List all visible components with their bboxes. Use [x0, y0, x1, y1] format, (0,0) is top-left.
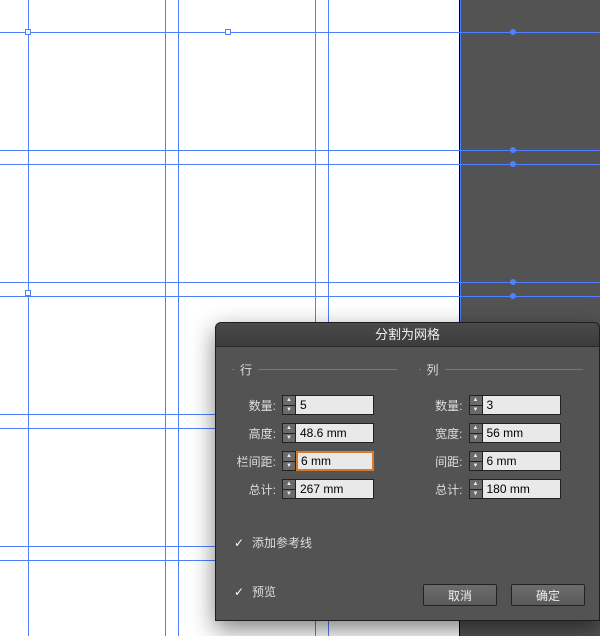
- rows-number-stepper[interactable]: ▲ ▼: [282, 395, 296, 415]
- dialog-title[interactable]: 分割为网格: [216, 323, 599, 347]
- stepper-up-icon[interactable]: ▲: [470, 424, 482, 434]
- check-icon: ✓: [234, 585, 246, 599]
- stepper-down-icon[interactable]: ▼: [283, 462, 295, 471]
- stepper-down-icon[interactable]: ▼: [470, 406, 482, 415]
- guide-endpoint[interactable]: [510, 147, 516, 153]
- rows-height-input[interactable]: 48.6 mm: [296, 423, 374, 443]
- stepper-down-icon[interactable]: ▼: [283, 490, 295, 499]
- cols-number-input[interactable]: 3: [483, 395, 561, 415]
- cols-gutter-label: 间距:: [421, 453, 469, 470]
- selection-handle[interactable]: [225, 29, 231, 35]
- rows-height-stepper[interactable]: ▲ ▼: [282, 423, 296, 443]
- cols-gutter-stepper[interactable]: ▲ ▼: [469, 451, 483, 471]
- stepper-down-icon[interactable]: ▼: [470, 434, 482, 443]
- stepper-up-icon[interactable]: ▲: [283, 452, 295, 462]
- rows-gutter-stepper[interactable]: ▲ ▼: [282, 451, 296, 471]
- cols-gutter-input[interactable]: 6 mm: [483, 451, 561, 471]
- stepper-up-icon[interactable]: ▲: [283, 424, 295, 434]
- stepper-down-icon[interactable]: ▼: [283, 434, 295, 443]
- stepper-down-icon[interactable]: ▼: [470, 490, 482, 499]
- cols-group: 列 数量: ▲ ▼ 3 宽度: ▲ ▼ 56 mm 间距:: [419, 361, 584, 512]
- cols-total-stepper[interactable]: ▲ ▼: [469, 479, 483, 499]
- preview-label: 预览: [252, 583, 276, 600]
- rows-number-input[interactable]: 5: [296, 395, 374, 415]
- guide-vertical[interactable]: [460, 0, 461, 322]
- cols-number-label: 数量:: [421, 397, 469, 414]
- guide-endpoint[interactable]: [510, 161, 516, 167]
- split-into-grid-dialog: 分割为网格 行 数量: ▲ ▼ 5 高度: ▲ ▼ 48.6 mm: [215, 322, 600, 621]
- guide-vertical[interactable]: [178, 0, 179, 636]
- check-icon: ✓: [234, 536, 246, 550]
- selection-handle[interactable]: [25, 290, 31, 296]
- cols-legend: 列: [421, 361, 445, 378]
- stepper-up-icon[interactable]: ▲: [470, 452, 482, 462]
- add-guides-label: 添加参考线: [252, 534, 312, 551]
- cols-width-label: 宽度:: [421, 425, 469, 442]
- cols-total-label: 总计:: [421, 481, 469, 498]
- guide-horizontal[interactable]: [0, 546, 215, 547]
- preview-checkbox[interactable]: ✓ 预览: [234, 583, 276, 600]
- rows-gutter-label: 栏间距:: [234, 453, 282, 470]
- rows-legend: 行: [234, 361, 258, 378]
- guide-vertical[interactable]: [28, 0, 29, 636]
- rows-total-input[interactable]: 267 mm: [296, 479, 374, 499]
- rows-group: 行 数量: ▲ ▼ 5 高度: ▲ ▼ 48.6 mm 栏间距:: [232, 361, 397, 512]
- cols-number-stepper[interactable]: ▲ ▼: [469, 395, 483, 415]
- rows-height-label: 高度:: [234, 425, 282, 442]
- guide-endpoint[interactable]: [510, 29, 516, 35]
- stepper-down-icon[interactable]: ▼: [283, 406, 295, 415]
- rows-total-stepper[interactable]: ▲ ▼: [282, 479, 296, 499]
- guide-endpoint[interactable]: [510, 279, 516, 285]
- cancel-button[interactable]: 取消: [423, 584, 497, 606]
- rows-number-label: 数量:: [234, 397, 282, 414]
- guide-vertical[interactable]: [165, 0, 166, 636]
- rows-total-label: 总计:: [234, 481, 282, 498]
- ok-button[interactable]: 确定: [511, 584, 585, 606]
- guide-horizontal[interactable]: [0, 428, 215, 429]
- guide-endpoint[interactable]: [510, 293, 516, 299]
- stepper-up-icon[interactable]: ▲: [283, 480, 295, 490]
- cols-width-stepper[interactable]: ▲ ▼: [469, 423, 483, 443]
- selection-handle[interactable]: [25, 29, 31, 35]
- guide-horizontal[interactable]: [0, 560, 215, 561]
- stepper-up-icon[interactable]: ▲: [470, 480, 482, 490]
- add-guides-checkbox[interactable]: ✓ 添加参考线: [234, 534, 581, 551]
- guide-horizontal[interactable]: [0, 414, 215, 415]
- stepper-up-icon[interactable]: ▲: [470, 396, 482, 406]
- rows-gutter-input[interactable]: 6 mm: [296, 451, 374, 471]
- stepper-down-icon[interactable]: ▼: [470, 462, 482, 471]
- cols-width-input[interactable]: 56 mm: [483, 423, 561, 443]
- cols-total-input[interactable]: 180 mm: [483, 479, 561, 499]
- stepper-up-icon[interactable]: ▲: [283, 396, 295, 406]
